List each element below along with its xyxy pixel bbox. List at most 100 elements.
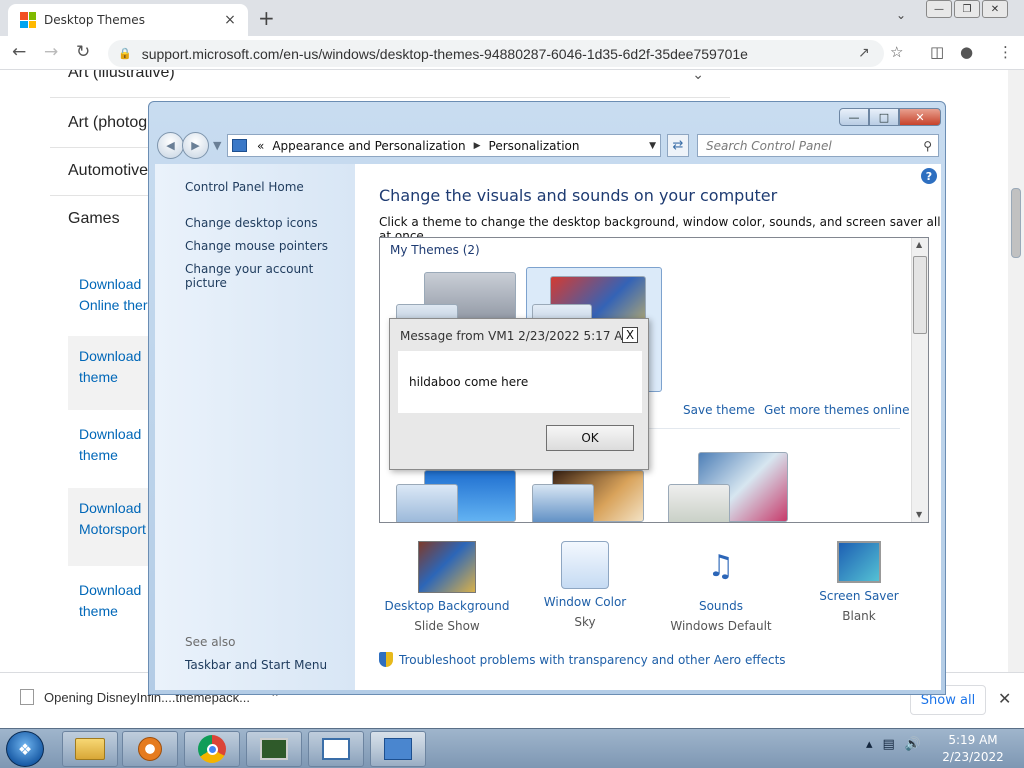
scroll-up-icon[interactable]: ▲: [916, 240, 922, 249]
forward-arrow-icon[interactable]: →: [44, 42, 58, 62]
sounds-value: Windows Default: [670, 619, 772, 633]
taskbar-media-player[interactable]: [122, 731, 178, 767]
recent-pages-chevron-icon[interactable]: ▼: [213, 139, 221, 152]
screen-saver-item[interactable]: Screen Saver Blank: [789, 541, 929, 623]
taskbar-chrome[interactable]: [184, 731, 240, 767]
file-icon: [20, 689, 34, 705]
close-download-bar-icon[interactable]: ✕: [998, 689, 1011, 708]
cp-refresh-icon[interactable]: ⇄: [667, 134, 689, 157]
window-color-item[interactable]: Window Color Sky: [515, 541, 655, 629]
window-color-link[interactable]: Window Color: [515, 595, 655, 609]
sounds-item[interactable]: ♫ Sounds Windows Default: [651, 541, 791, 633]
profile-avatar-icon[interactable]: ●: [960, 43, 973, 61]
share-icon[interactable]: ↗: [858, 45, 870, 61]
close-icon[interactable]: ✕: [982, 0, 1008, 18]
scrollbar-thumb[interactable]: [1011, 188, 1021, 258]
reload-icon[interactable]: ↻: [76, 42, 90, 62]
lock-icon: 🔒: [118, 47, 132, 60]
taskbar-control-panel[interactable]: [370, 731, 426, 767]
sounds-icon: ♫: [707, 549, 735, 584]
minimize-icon[interactable]: —: [926, 0, 952, 18]
taskbar-explorer[interactable]: [62, 731, 118, 767]
theme-color-swatch[interactable]: [396, 484, 458, 522]
breadcrumb-appearance[interactable]: Appearance and Personalization: [272, 139, 465, 153]
browser-tab[interactable]: Desktop Themes ×: [8, 4, 248, 36]
shield-icon: [379, 652, 393, 667]
side-panel-icon[interactable]: ◫: [930, 43, 944, 61]
troubleshoot-row: Troubleshoot problems with transparency …: [379, 652, 786, 667]
taskbar-start-menu-link[interactable]: Taskbar and Start Menu: [185, 658, 327, 672]
breadcrumb-overflow-icon[interactable]: «: [257, 139, 264, 153]
tab-close-icon[interactable]: ×: [222, 12, 238, 28]
themes-scrollbar[interactable]: ▲ ▼: [911, 238, 928, 522]
change-account-picture-link[interactable]: Change your account picture: [185, 262, 355, 290]
taskbar-clock[interactable]: 5:19 AM 2/23/2022: [940, 732, 1006, 766]
menu-kebab-icon[interactable]: ⋮: [998, 43, 1013, 61]
clock-date: 2/23/2022: [942, 750, 1004, 764]
show-hidden-icons-icon[interactable]: ▴: [866, 737, 873, 752]
network-monitor-icon: [260, 738, 288, 760]
network-icon[interactable]: ▤: [883, 737, 895, 752]
breadcrumb-personalization[interactable]: Personalization: [489, 139, 580, 153]
cp-minimize-icon[interactable]: —: [839, 108, 869, 126]
desktop-background-item[interactable]: Desktop Background Slide Show: [377, 541, 517, 633]
search-icon[interactable]: ⚲: [923, 139, 932, 153]
save-theme-link[interactable]: Save theme: [683, 403, 755, 417]
cp-search-input[interactable]: Search Control Panel ⚲: [697, 134, 939, 157]
sounds-link[interactable]: Sounds: [651, 599, 791, 613]
system-tray: ▴ ▤ 🔊: [866, 737, 921, 752]
cp-forward-icon[interactable]: ▶: [182, 132, 209, 159]
cp-address-bar[interactable]: « Appearance and Personalization ▶ Perso…: [227, 134, 661, 157]
taskbar: ❖ ▴ ▤ 🔊 5:19 AM 2/23/2022: [0, 728, 1024, 768]
dialog-message: hildaboo come here: [409, 375, 529, 389]
page-scrollbar[interactable]: [1008, 70, 1024, 672]
window-color-icon: [561, 541, 609, 589]
new-tab-button[interactable]: +: [258, 6, 275, 30]
vm-window-controls: — ❐ ✕: [926, 0, 1008, 18]
taskbar-network-app[interactable]: [246, 731, 302, 767]
message-dialog: Message from VM1 2/23/2022 5:17 AM X hil…: [389, 318, 649, 470]
theme-color-swatch[interactable]: [532, 484, 594, 522]
change-desktop-icons-link[interactable]: Change desktop icons: [185, 216, 318, 230]
cp-nav-buttons: ◀ ▶ ▼: [157, 132, 221, 159]
volume-icon[interactable]: 🔊: [905, 737, 921, 752]
cp-back-icon[interactable]: ◀: [157, 132, 184, 159]
chevron-down-icon: ⌄: [692, 70, 704, 82]
screen-saver-link[interactable]: Screen Saver: [789, 589, 929, 603]
address-bar[interactable]: 🔒 support.microsoft.com/en-us/windows/de…: [108, 40, 884, 67]
help-icon[interactable]: ?: [921, 168, 937, 184]
get-more-themes-link[interactable]: Get more themes online: [764, 403, 910, 417]
desktop-background-link[interactable]: Desktop Background: [377, 599, 517, 613]
tab-search-chevron-icon[interactable]: ⌄: [896, 8, 906, 22]
change-mouse-pointers-link[interactable]: Change mouse pointers: [185, 239, 328, 253]
control-panel-home-link[interactable]: Control Panel Home: [185, 180, 304, 194]
folder-icon: [75, 738, 105, 760]
cp-maximize-icon[interactable]: □: [869, 108, 899, 126]
restore-icon[interactable]: ❐: [954, 0, 980, 18]
taskbar-document-app[interactable]: [308, 731, 364, 767]
microsoft-logo-icon: [20, 12, 36, 28]
accordion-label: Automotive: [68, 162, 149, 179]
see-also-label: See also: [185, 635, 236, 649]
my-themes-label: My Themes (2): [390, 243, 480, 257]
desktop-background-icon: [418, 541, 476, 593]
page-title: Change the visuals and sounds on your co…: [379, 186, 778, 205]
bookmark-star-icon[interactable]: ☆: [890, 43, 903, 61]
troubleshoot-link[interactable]: Troubleshoot problems with transparency …: [399, 653, 786, 667]
ok-button[interactable]: OK: [546, 425, 634, 451]
cp-close-icon[interactable]: ✕: [899, 108, 941, 126]
scroll-down-icon[interactable]: ▼: [916, 510, 922, 519]
themes-scrollbar-thumb[interactable]: [913, 256, 927, 334]
breadcrumb-arrow-icon[interactable]: ▶: [474, 141, 481, 151]
dialog-close-icon[interactable]: X: [622, 327, 638, 343]
address-dropdown-icon[interactable]: ▼: [649, 141, 656, 151]
back-arrow-icon[interactable]: ←: [12, 42, 26, 62]
theme-color-swatch[interactable]: [668, 484, 730, 522]
start-button[interactable]: ❖: [6, 731, 44, 767]
dialog-title: Message from VM1 2/23/2022 5:17 AM: [400, 329, 633, 343]
accordion-art-illustrative[interactable]: Art (illustrative) ⌄: [50, 70, 730, 98]
cp-left-pane: Control Panel Home Change desktop icons …: [155, 164, 355, 690]
windows-logo-icon: ❖: [17, 739, 33, 759]
url-text[interactable]: support.microsoft.com/en-us/windows/desk…: [142, 46, 748, 62]
window-app-icon: [322, 738, 350, 760]
